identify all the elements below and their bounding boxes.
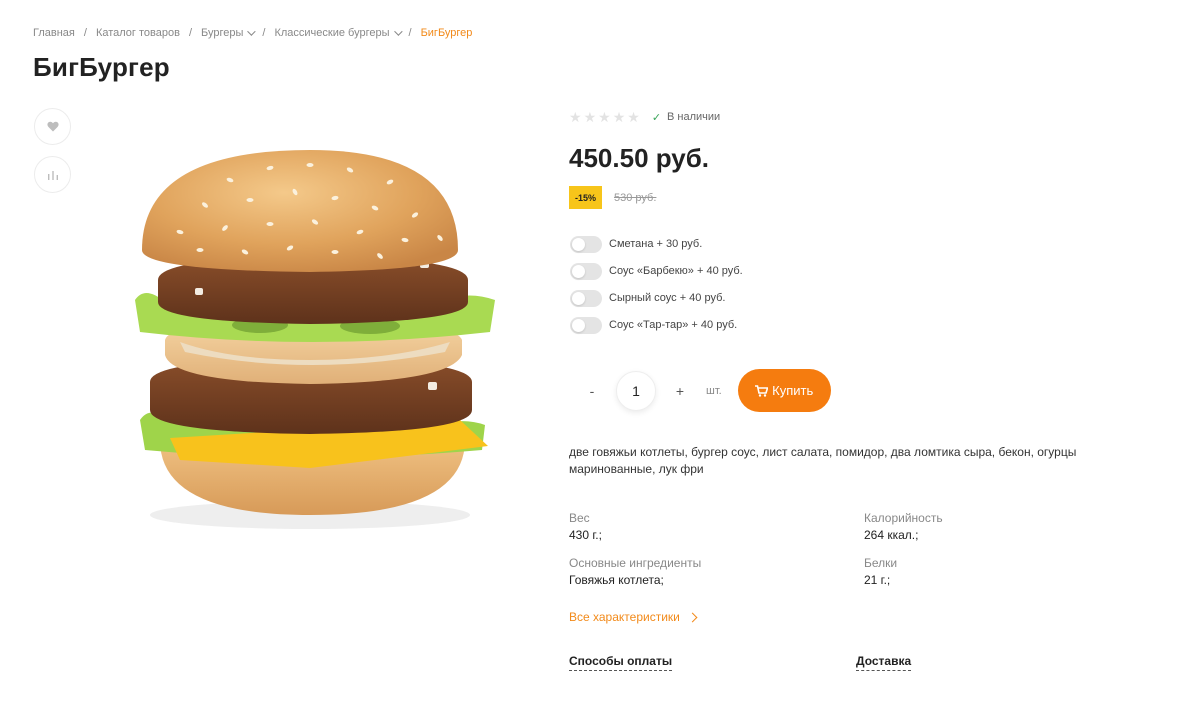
- heart-icon: [46, 121, 59, 132]
- option-label: Сметана + 30 руб.: [609, 238, 703, 250]
- toggle-switch[interactable]: [570, 289, 602, 307]
- option-bbq-sauce[interactable]: Соус «Барбекю» + 40 руб.: [570, 262, 743, 280]
- char-value: 21 г.;: [864, 573, 891, 587]
- discount-badge: -15%: [569, 186, 603, 209]
- product-description: две говяжьи котлеты, бургер соус, лист с…: [569, 445, 1077, 476]
- char-calories: Калорийность 264 ккал.;: [864, 511, 1144, 542]
- char-label: Белки: [864, 556, 898, 570]
- compare-button[interactable]: [34, 156, 71, 193]
- breadcrumb-classic-burgers-label: Классические бургеры: [274, 27, 390, 39]
- option-sour-cream[interactable]: Сметана + 30 руб.: [570, 235, 743, 253]
- option-label: Соус «Тар-тар» + 40 руб.: [609, 319, 738, 331]
- price: 450.50 руб.: [569, 143, 710, 173]
- toggle-switch[interactable]: [570, 235, 602, 253]
- buy-button[interactable]: Купить: [737, 369, 831, 412]
- char-value: 430 г.;: [569, 528, 602, 542]
- discount-row: -15% 530 руб.: [569, 186, 656, 209]
- toggle-switch[interactable]: [570, 316, 602, 334]
- quantity-input[interactable]: 1: [616, 370, 656, 411]
- breadcrumb-current: БигБургер: [420, 27, 473, 39]
- breadcrumb-separator: /: [262, 27, 266, 39]
- char-label: Калорийность: [864, 511, 943, 525]
- rating: ★ ★ ★ ★ ★ ✓ В наличии: [569, 110, 720, 124]
- char-weight: Вес 430 г.;: [569, 511, 849, 542]
- star-icon[interactable]: ★: [627, 110, 640, 124]
- page-title: БигБургер: [33, 52, 170, 82]
- star-icon[interactable]: ★: [584, 110, 597, 124]
- buy-row: - 1 + шт. Купить: [580, 369, 831, 412]
- star-icon[interactable]: ★: [569, 110, 582, 124]
- breadcrumb-home-label: Главная: [33, 27, 75, 39]
- option-label: Соус «Барбекю» + 40 руб.: [609, 265, 743, 277]
- check-icon: ✓: [651, 111, 662, 124]
- stock-status: ✓ В наличии: [652, 111, 720, 124]
- product-image: [135, 150, 495, 529]
- chevron-right-icon: [687, 612, 698, 622]
- options-list: Сметана + 30 руб. Соус «Барбекю» + 40 ру…: [570, 235, 743, 343]
- favorite-button[interactable]: [34, 108, 71, 145]
- chevron-down-icon: [247, 27, 257, 36]
- star-icon[interactable]: ★: [598, 110, 611, 124]
- stock-status-label: В наличии: [667, 111, 721, 123]
- char-protein: Белки 21 г.;: [864, 556, 1144, 587]
- buy-button-label: Купить: [772, 383, 814, 398]
- breadcrumb-separator: /: [83, 27, 87, 39]
- breadcrumb-separator: /: [408, 27, 412, 39]
- breadcrumb-catalog-label: Каталог товаров: [95, 27, 180, 39]
- char-value: Говяжья котлета;: [569, 573, 664, 587]
- char-label: Основные ингредиенты: [569, 556, 702, 570]
- breadcrumb-home[interactable]: Главная: [33, 27, 75, 39]
- toggle-switch[interactable]: [570, 262, 602, 280]
- breadcrumb: Главная / Каталог товаров / Бургеры / Кл…: [33, 27, 472, 39]
- bar-chart-icon: [47, 171, 58, 180]
- char-ingredients: Основные ингредиенты Говяжья котлета;: [569, 556, 849, 587]
- old-price: 530 руб.: [614, 191, 657, 204]
- cart-icon: [755, 384, 769, 397]
- breadcrumb-burgers[interactable]: Бургеры: [201, 27, 257, 39]
- option-label: Сырный соус + 40 руб.: [609, 292, 726, 304]
- star-icon[interactable]: ★: [613, 110, 626, 124]
- quantity-unit: шт.: [706, 384, 722, 397]
- option-cheese-sauce[interactable]: Сырный соус + 40 руб.: [570, 289, 743, 307]
- char-label: Вес: [569, 511, 590, 525]
- quantity-decrement-button[interactable]: -: [580, 383, 604, 399]
- breadcrumb-classic-burgers[interactable]: Классические бургеры: [274, 27, 403, 39]
- all-characteristics-link[interactable]: Все характеристики: [569, 610, 698, 624]
- breadcrumb-separator: /: [188, 27, 192, 39]
- char-value: 264 ккал.;: [864, 528, 919, 542]
- quantity-increment-button[interactable]: +: [668, 383, 692, 399]
- payment-methods-link[interactable]: Способы оплаты: [569, 654, 673, 671]
- breadcrumb-catalog[interactable]: Каталог товаров: [96, 27, 180, 39]
- delivery-link[interactable]: Доставка: [856, 654, 912, 671]
- chevron-down-icon: [393, 27, 403, 36]
- breadcrumb-burgers-label: Бургеры: [201, 27, 244, 39]
- all-characteristics-label: Все характеристики: [569, 610, 680, 624]
- option-tartar-sauce[interactable]: Соус «Тар-тар» + 40 руб.: [570, 316, 743, 334]
